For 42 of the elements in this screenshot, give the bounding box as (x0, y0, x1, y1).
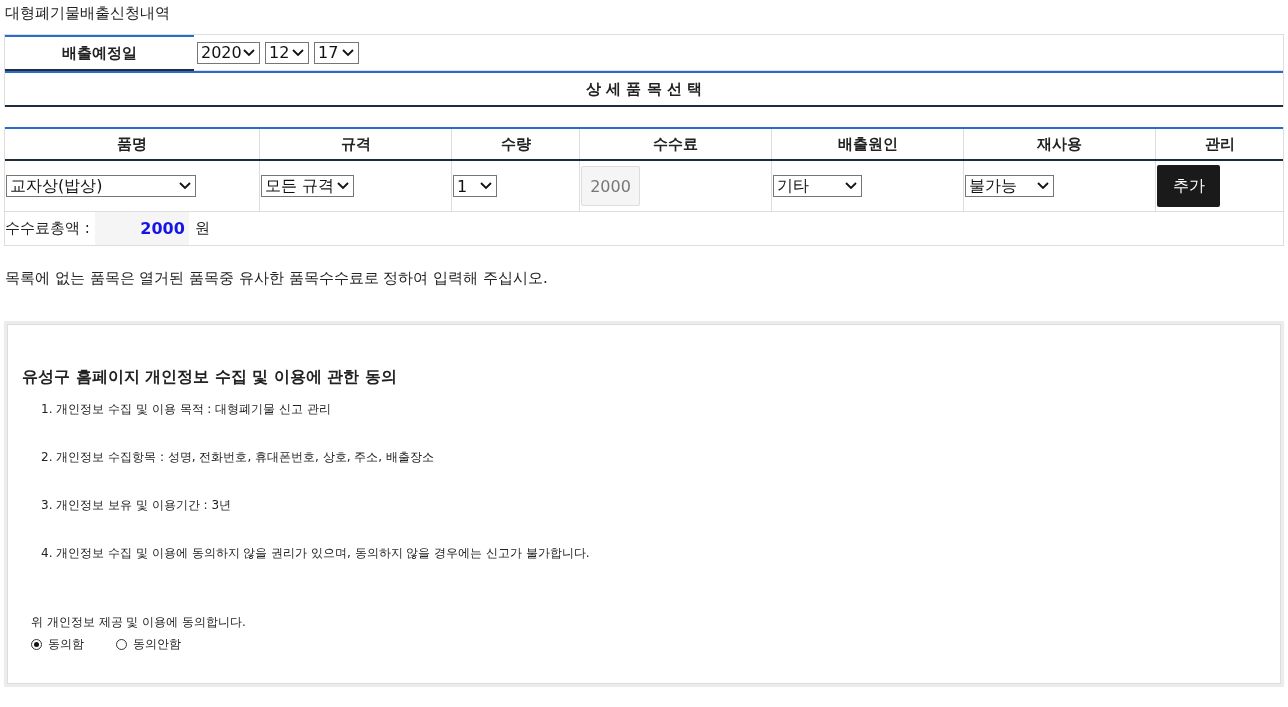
day-dropdown[interactable]: 17 (314, 41, 359, 64)
chevron-down-icon (179, 182, 191, 190)
item-dropdown[interactable]: 교자상(밥상) (6, 175, 196, 197)
add-button[interactable]: 추가 (1157, 165, 1220, 207)
column-header: 수량 (452, 129, 580, 159)
radio-label: 동의함 (48, 636, 84, 653)
column-header: 관리 (1203, 133, 1236, 155)
section-title: 상 세 품 목 선 택 (5, 71, 1283, 107)
spec-dropdown[interactable]: 모든 규격 (261, 175, 354, 197)
year-dropdown[interactable]: 2020 (197, 41, 260, 64)
quantity-dropdown[interactable]: 1 (453, 175, 497, 197)
column-header: 규격 (260, 129, 452, 159)
chevron-down-icon (243, 48, 255, 57)
consent-question: 위 개인정보 제공 및 이용에 동의합니다. (31, 614, 247, 631)
column-header: 품명 (5, 129, 260, 159)
date-label: 배출예정일 (5, 35, 194, 71)
currency-unit: 원 (194, 219, 210, 238)
chevron-down-icon (480, 182, 492, 190)
notice-text: 목록에 없는 품목은 열거된 품목중 유사한 품목수수료로 정하여 입력해 주십시오. (5, 269, 549, 289)
total-label: 수수료총액 : (5, 219, 90, 238)
reuse-dropdown[interactable]: 불가능 (965, 175, 1054, 197)
column-header: 재사용 (964, 129, 1156, 159)
month-dropdown[interactable]: 12 (265, 41, 309, 64)
chevron-down-icon (292, 48, 304, 57)
total-value: 2000 (94, 212, 189, 245)
reason-dropdown[interactable]: 기타 (773, 175, 862, 197)
fee-field[interactable]: 2000 (581, 166, 640, 206)
consent-title: 유성구 홈페이지 개인정보 수집 및 이용에 관한 동의 (22, 367, 398, 388)
chevron-down-icon (342, 48, 354, 57)
column-header: 배출원인 (772, 129, 964, 159)
radio-button[interactable] (116, 639, 127, 650)
consent-item: 4. 개인정보 수집 및 이용에 동의하지 않을 권리가 있으며, 동의하지 않을 경우에는 신고가 불가합니다. (41, 545, 590, 562)
radio-label: 동의안함 (133, 636, 181, 653)
chevron-down-icon (337, 182, 349, 190)
consent-item: 2. 개인정보 수집항목 : 성명, 전화번호, 휴대폰번호, 상호, 주소, 배출장소 (41, 449, 434, 466)
chevron-down-icon (1037, 182, 1049, 190)
consent-item: 1. 개인정보 수집 및 이용 목적 : 대형폐기물 신고 관리 (41, 401, 331, 418)
chevron-down-icon (845, 182, 857, 190)
page-title: 대형폐기물배출신청내역 (5, 4, 171, 24)
consent-item: 3. 개인정보 보유 및 이용기간 : 3년 (41, 497, 231, 514)
radio-button[interactable] (31, 639, 42, 650)
column-header: 수수료 (580, 129, 772, 159)
